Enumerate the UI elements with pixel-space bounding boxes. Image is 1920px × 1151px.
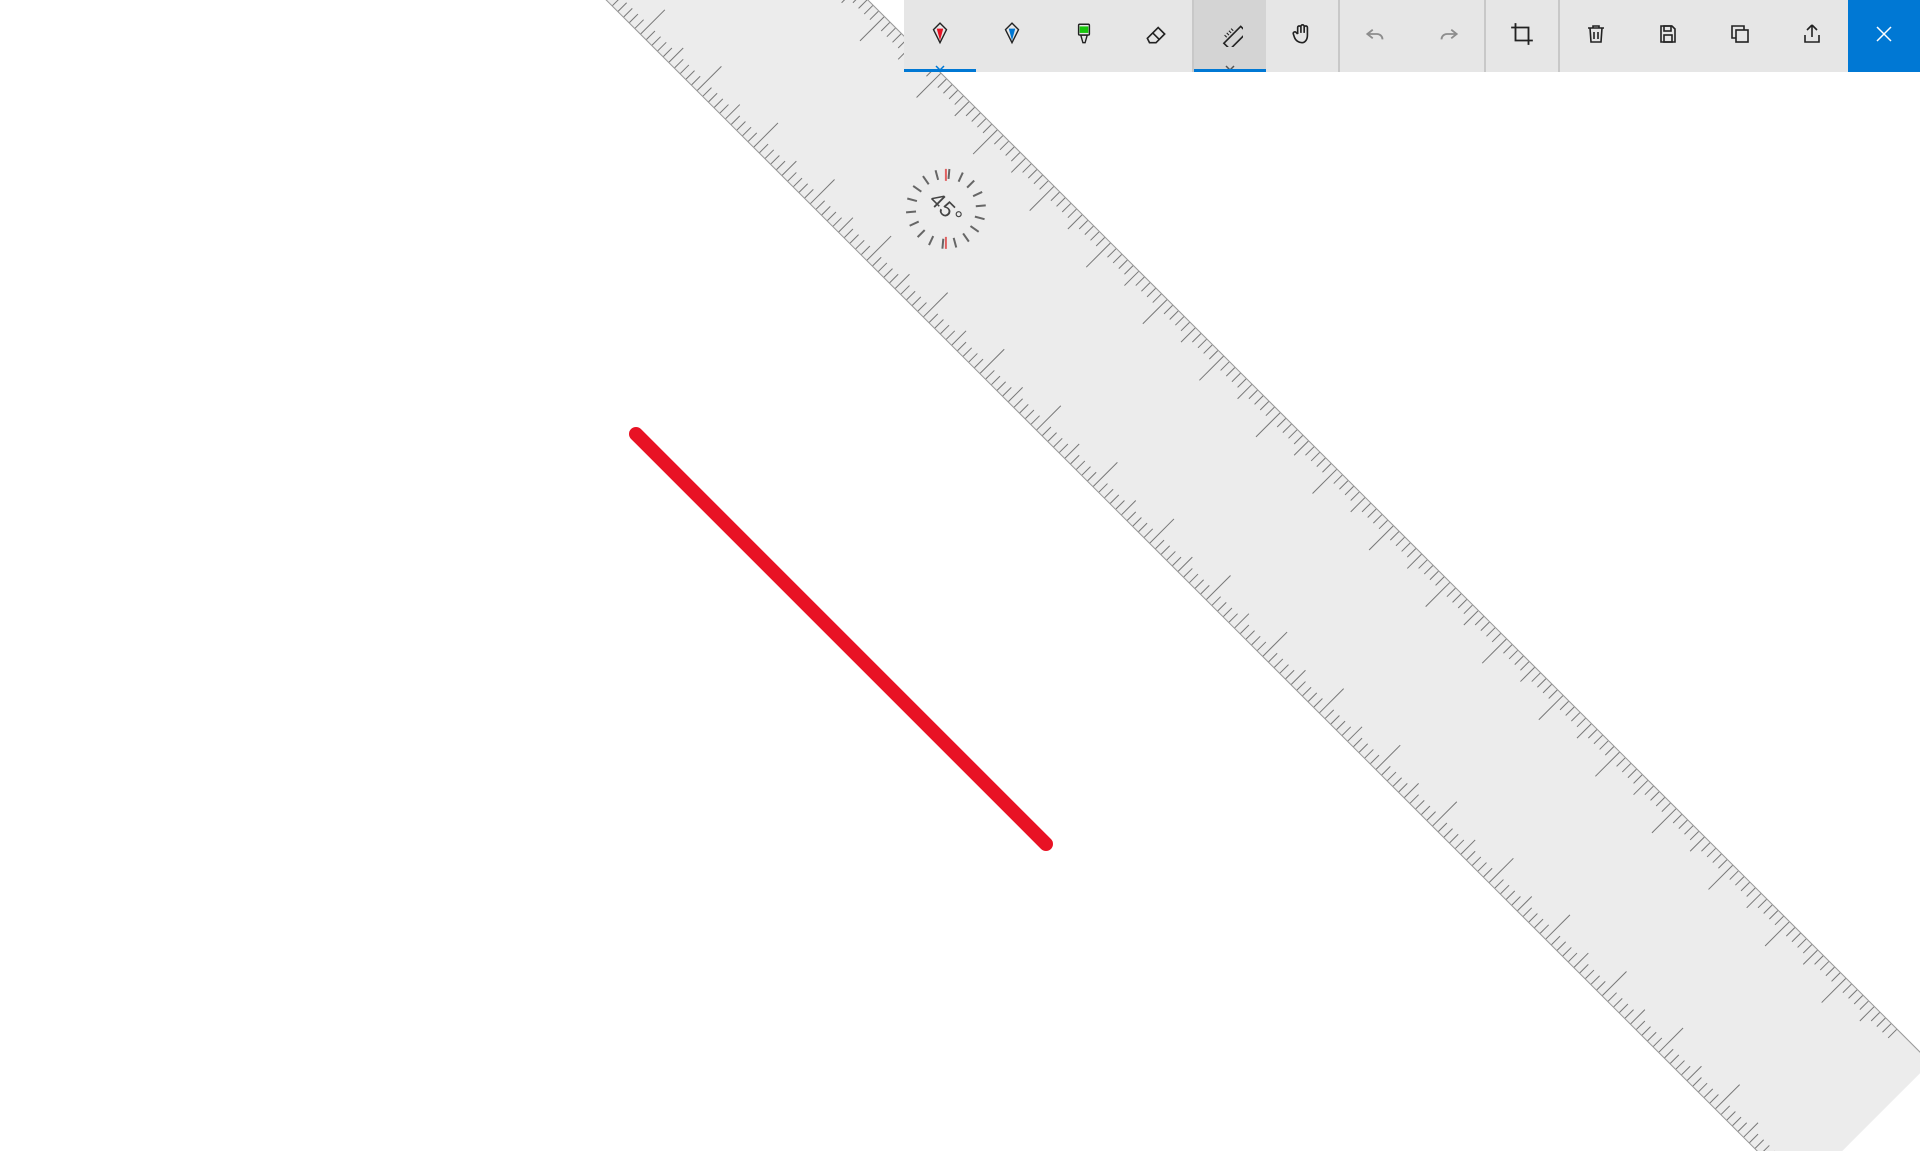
redo-icon bbox=[1435, 21, 1461, 52]
copy-button[interactable] bbox=[1704, 0, 1776, 72]
touch-writing-button[interactable] bbox=[1266, 0, 1338, 72]
save-button[interactable] bbox=[1632, 0, 1704, 72]
ruler-icon bbox=[1217, 21, 1243, 52]
ruler-overlay[interactable]: 45° bbox=[880, 208, 1866, 1151]
trash-icon bbox=[1584, 22, 1608, 51]
close-button[interactable] bbox=[1848, 0, 1920, 72]
share-button[interactable] bbox=[1776, 0, 1848, 72]
chevron-down-icon bbox=[935, 58, 945, 64]
touch-hand-icon bbox=[1289, 21, 1315, 52]
crop-button[interactable] bbox=[1486, 0, 1558, 72]
undo-icon bbox=[1363, 21, 1389, 52]
drawing-canvas[interactable]: 45° bbox=[0, 0, 1920, 1151]
redo-button[interactable] bbox=[1412, 0, 1484, 72]
highlighter-icon bbox=[1071, 21, 1097, 52]
ruler-button[interactable] bbox=[1194, 0, 1266, 72]
annotation-toolbar bbox=[904, 0, 1920, 72]
eraser-button[interactable] bbox=[1120, 0, 1192, 72]
pencil-icon bbox=[999, 21, 1025, 52]
pencil-button[interactable] bbox=[976, 0, 1048, 72]
delete-button[interactable] bbox=[1560, 0, 1632, 72]
close-icon bbox=[1874, 24, 1894, 49]
crop-icon bbox=[1509, 21, 1535, 52]
highlighter-button[interactable] bbox=[1048, 0, 1120, 72]
copy-icon bbox=[1728, 22, 1752, 51]
eraser-icon bbox=[1143, 21, 1169, 52]
share-icon bbox=[1800, 22, 1824, 51]
chevron-down-icon bbox=[1225, 58, 1235, 64]
ballpoint-pen-icon bbox=[927, 21, 953, 52]
ballpoint-pen-button[interactable] bbox=[904, 0, 976, 72]
undo-button[interactable] bbox=[1340, 0, 1412, 72]
save-icon bbox=[1656, 22, 1680, 51]
